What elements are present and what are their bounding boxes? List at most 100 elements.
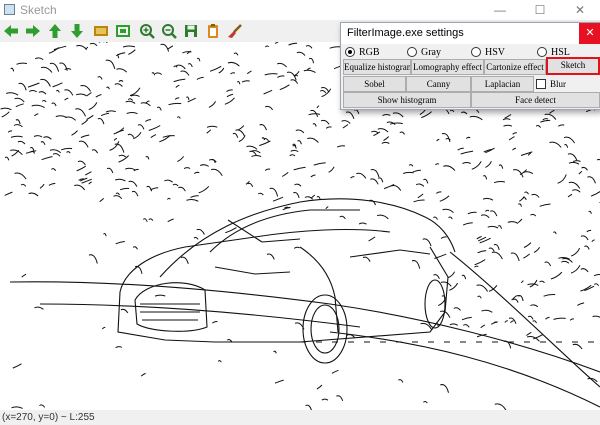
sketch-stroke bbox=[580, 268, 589, 273]
sketch-stroke bbox=[167, 45, 174, 50]
sketch-stroke bbox=[339, 215, 346, 220]
sobel-button[interactable]: Sobel bbox=[343, 76, 406, 92]
sketch-stroke bbox=[507, 221, 519, 224]
minimize-button[interactable]: — bbox=[480, 0, 520, 20]
radio-dot[interactable] bbox=[537, 47, 547, 57]
sketch-stroke bbox=[145, 119, 151, 122]
sketch-stroke bbox=[319, 90, 327, 94]
sketch-stroke bbox=[51, 102, 57, 107]
sketch-stroke bbox=[43, 136, 52, 140]
sketch-stroke bbox=[581, 166, 588, 171]
sketch-stroke bbox=[95, 94, 102, 98]
sketch-stroke bbox=[544, 261, 552, 267]
sketch-stroke bbox=[462, 162, 471, 164]
sketch-stroke bbox=[433, 216, 438, 220]
sketch-stroke bbox=[539, 280, 545, 283]
sketch-stroke bbox=[167, 218, 174, 223]
maximize-button[interactable]: ☐ bbox=[520, 0, 560, 20]
sketch-stroke bbox=[29, 90, 37, 93]
sketch-stroke bbox=[129, 87, 141, 97]
sketch-stroke bbox=[485, 209, 490, 212]
sketch-stroke bbox=[325, 126, 332, 129]
sketch-stroke bbox=[52, 82, 63, 88]
sketch-stroke bbox=[449, 109, 455, 113]
down-arrow-icon[interactable] bbox=[68, 22, 86, 40]
sketch-stroke bbox=[564, 144, 569, 148]
sketch-stroke bbox=[80, 134, 90, 138]
sketch-stroke bbox=[91, 149, 99, 154]
sketch-stroke bbox=[419, 109, 427, 115]
sketch-stroke bbox=[238, 135, 246, 143]
sketch-stroke bbox=[14, 172, 27, 180]
save-icon[interactable] bbox=[182, 22, 200, 40]
sketch-stroke bbox=[259, 124, 267, 131]
sketch-stroke bbox=[377, 128, 389, 133]
sketch-stroke bbox=[130, 94, 140, 97]
equalize-histogram-button[interactable]: Equalize histogram bbox=[343, 59, 411, 75]
radio-dot[interactable] bbox=[471, 47, 481, 57]
zoom-in-icon[interactable] bbox=[138, 22, 156, 40]
sketch-stroke bbox=[474, 259, 486, 266]
radio-dot[interactable] bbox=[345, 47, 355, 57]
sketch-stroke bbox=[593, 283, 600, 286]
up-arrow-icon[interactable] bbox=[46, 22, 64, 40]
sketch-stroke bbox=[15, 103, 24, 108]
sketch-stroke bbox=[591, 239, 595, 243]
sketch-stroke bbox=[263, 89, 273, 95]
sketch-stroke bbox=[523, 197, 527, 201]
sketch-stroke bbox=[14, 97, 25, 103]
sketch-stroke bbox=[274, 42, 279, 44]
sketch-button[interactable]: Sketch bbox=[546, 57, 600, 75]
sketch-stroke bbox=[512, 147, 517, 151]
sketch-stroke bbox=[533, 246, 541, 253]
sketch-stroke bbox=[119, 187, 130, 191]
cartonize-effect-button[interactable]: Cartonize effect bbox=[484, 59, 546, 75]
forward-arrow-icon[interactable] bbox=[24, 22, 42, 40]
sketch-stroke bbox=[290, 149, 299, 153]
sketch-stroke bbox=[51, 168, 57, 171]
sketch-stroke bbox=[295, 129, 305, 134]
sketch-stroke bbox=[78, 140, 89, 148]
fit-icon[interactable] bbox=[114, 22, 132, 40]
show-histogram-button[interactable]: Show histogram bbox=[343, 92, 471, 108]
sketch-stroke bbox=[17, 140, 26, 145]
sketch-stroke bbox=[236, 81, 241, 85]
sketch-stroke bbox=[321, 398, 329, 401]
window-close-button[interactable]: ✕ bbox=[560, 0, 600, 20]
sketch-stroke bbox=[502, 118, 511, 121]
sketch-stroke bbox=[12, 363, 22, 369]
sketch-stroke bbox=[403, 171, 414, 174]
sketch-stroke bbox=[115, 192, 120, 196]
sketch-stroke bbox=[249, 150, 258, 156]
sketch-stroke bbox=[66, 151, 71, 154]
sketch-stroke bbox=[316, 105, 320, 109]
laplacian-button[interactable]: Laplacian bbox=[471, 76, 534, 92]
sketch-stroke bbox=[13, 124, 23, 128]
sketch-stroke bbox=[449, 282, 459, 291]
sketch-stroke bbox=[294, 183, 302, 187]
lomography-effect-button[interactable]: Lomography effect bbox=[411, 59, 484, 75]
sketch-stroke bbox=[308, 57, 315, 64]
sketch-stroke bbox=[64, 68, 72, 71]
brush-icon[interactable] bbox=[226, 22, 244, 40]
back-arrow-icon[interactable] bbox=[2, 22, 20, 40]
canny-button[interactable]: Canny bbox=[406, 76, 471, 92]
sketch-stroke bbox=[549, 109, 555, 114]
dialog-title-bar: FilterImage.exe settings ✕ bbox=[341, 23, 600, 44]
checkbox-box[interactable] bbox=[536, 79, 546, 89]
status-bar: (x=270, y=0) ~ L:255 bbox=[0, 410, 600, 425]
clipboard-icon[interactable] bbox=[204, 22, 222, 40]
sketch-stroke bbox=[577, 302, 585, 306]
sketch-stroke bbox=[297, 140, 302, 145]
sketch-stroke bbox=[74, 184, 86, 191]
radio-dot[interactable] bbox=[407, 47, 417, 57]
image-icon[interactable] bbox=[92, 22, 110, 40]
face-detect-button[interactable]: Face detect bbox=[471, 92, 600, 108]
sketch-stroke bbox=[392, 112, 404, 118]
sketch-stroke bbox=[504, 114, 512, 119]
sketch-stroke bbox=[137, 124, 145, 130]
dialog-close-button[interactable]: ✕ bbox=[579, 23, 600, 44]
zoom-out-icon[interactable] bbox=[160, 22, 178, 40]
sketch-stroke bbox=[186, 96, 190, 101]
sketch-stroke bbox=[441, 132, 451, 143]
